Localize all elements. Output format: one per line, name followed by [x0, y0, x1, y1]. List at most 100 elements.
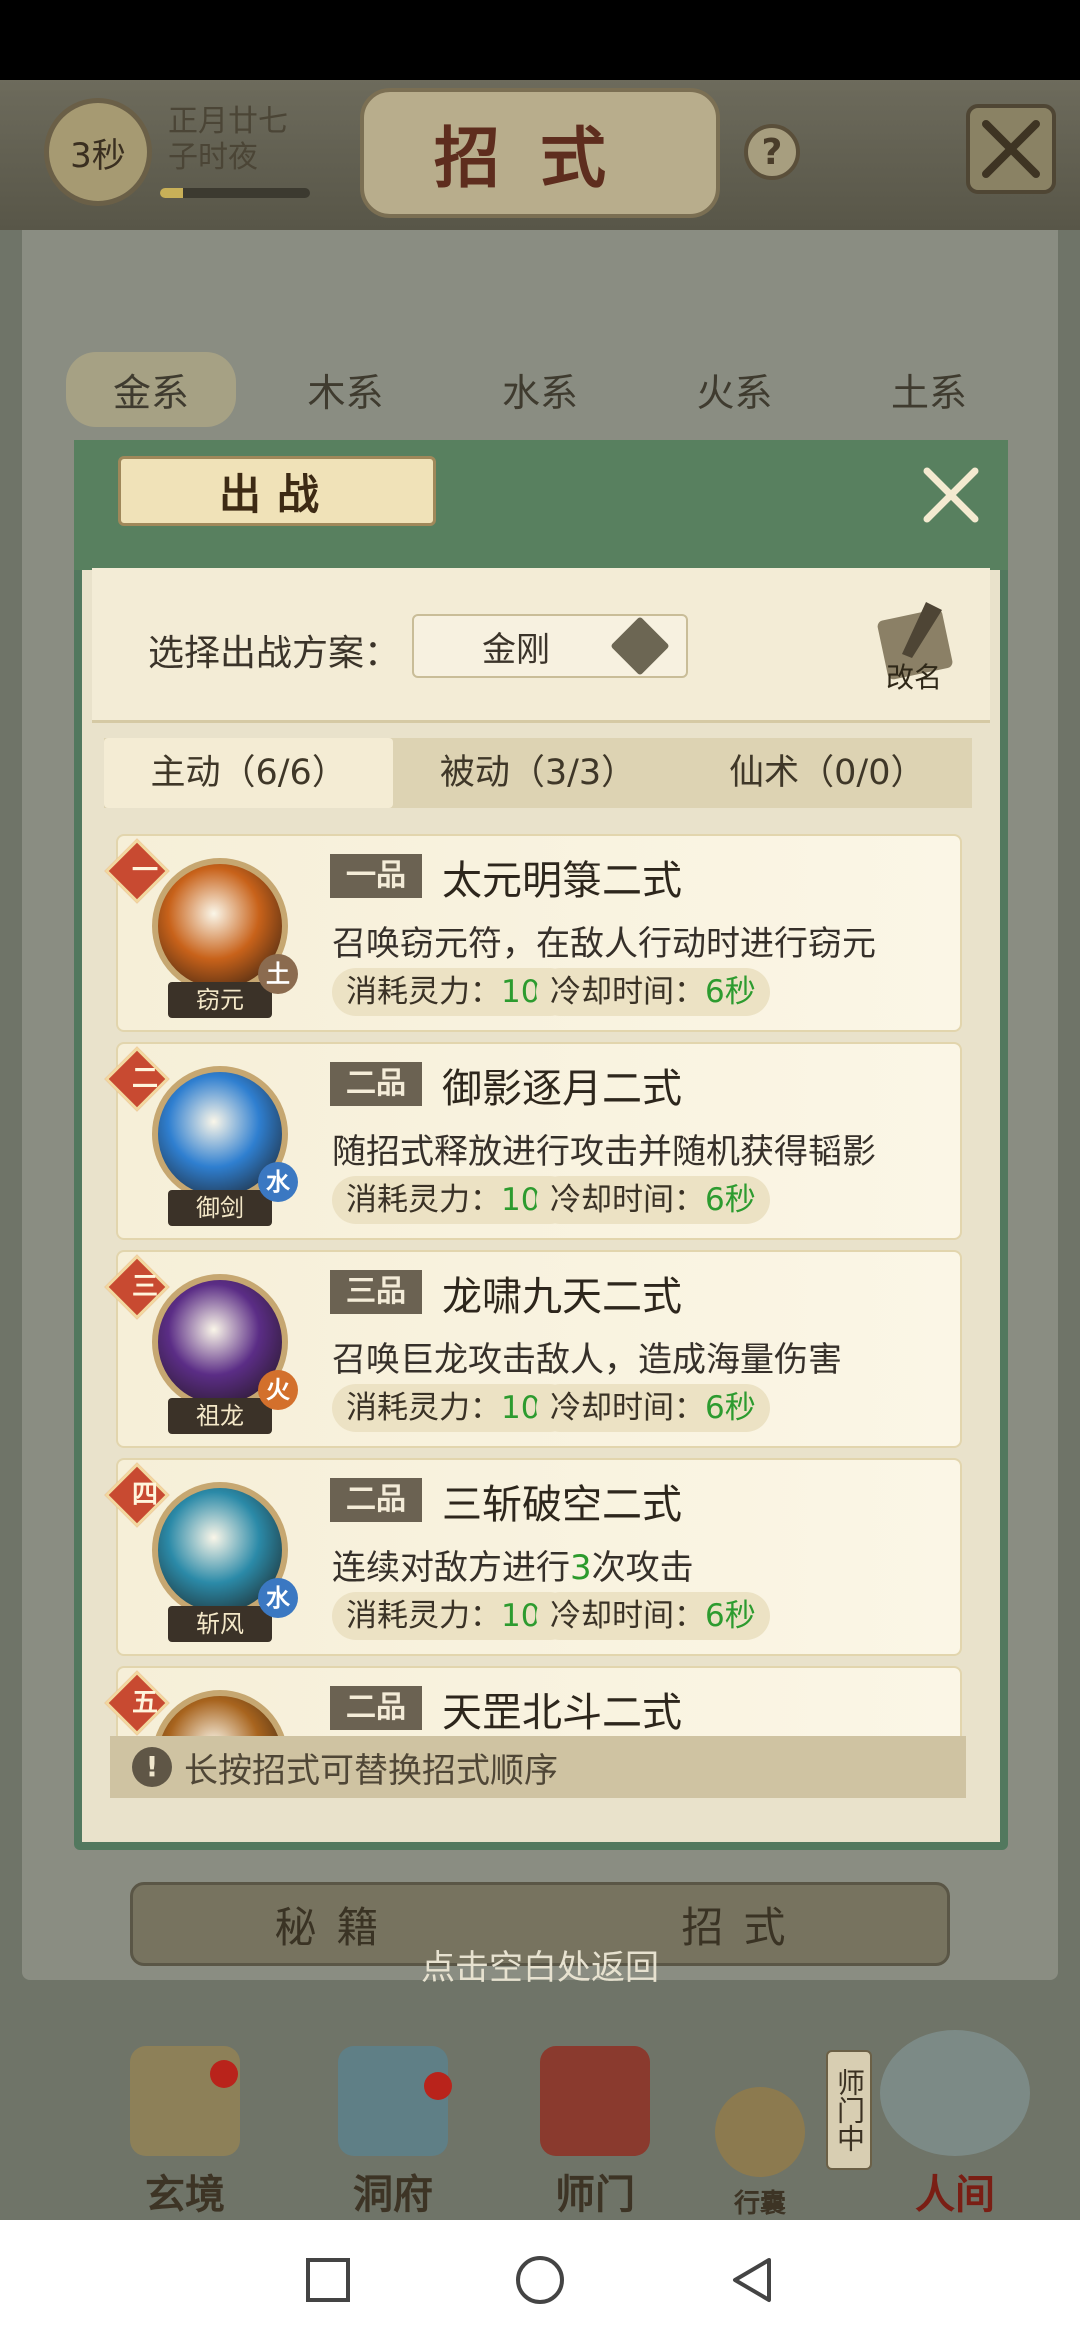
- cooldown: 冷却时间：6秒: [536, 1176, 770, 1224]
- date-line-2: 子时夜: [168, 140, 258, 175]
- skill-description: 召唤巨龙攻击敌人，造成海量伤害: [332, 1340, 842, 1380]
- cooldown-label: 冷却时间：: [550, 1182, 705, 1218]
- skill-name: 天罡北斗二式: [442, 1690, 682, 1736]
- cooldown-value: 6秒: [705, 974, 756, 1010]
- desc-text: 次攻击: [591, 1548, 694, 1588]
- skill-description: 召唤窃元符，在敌人行动时进行窃元: [332, 924, 876, 964]
- skill-name: 御影逐月二式: [442, 1066, 682, 1112]
- notification-dot: [424, 2072, 452, 2100]
- page-title-text: 招式: [434, 119, 646, 197]
- pavilion-icon: [338, 2046, 448, 2156]
- skill-icon-label: 斩风: [168, 1606, 272, 1642]
- element-badge: 水: [258, 1162, 298, 1202]
- mountain-icon: [880, 2030, 1030, 2156]
- nav-realm[interactable]: 玄境: [110, 2030, 260, 2220]
- skill-name: 三斩破空二式: [442, 1482, 682, 1528]
- cooldown: 冷却时间：6秒: [536, 1592, 770, 1640]
- timer-text: 3秒: [70, 135, 126, 176]
- game-date: 正月廿七 子时夜: [168, 104, 288, 176]
- sect-status-tag: 师门中: [826, 2050, 872, 2170]
- desc-text: 连续对敌方进行: [332, 1548, 570, 1588]
- nav-world[interactable]: 人间: [860, 2030, 1050, 2220]
- cooldown: 冷却时间：6秒: [536, 1384, 770, 1432]
- cooldown-label: 冷却时间：: [550, 1390, 705, 1426]
- nav-sect[interactable]: 师门: [520, 2030, 670, 2220]
- element-badge: 火: [258, 1370, 298, 1410]
- mana-cost-label: 消耗灵力：: [346, 1598, 501, 1634]
- modal-title: 出战: [118, 456, 436, 526]
- timer-badge: 3秒: [44, 98, 152, 206]
- element-tabs: 金系 木系 水系 火系 土系: [36, 350, 1044, 428]
- nav-label: 行囊: [733, 2189, 786, 2219]
- system-nav-bar: [0, 2220, 1080, 2340]
- nav-cave[interactable]: 洞府: [318, 2030, 468, 2220]
- skill-card[interactable]: 一 窃元 土 一品 太元明箓二式 召唤窃元符，在敌人行动时进行窃元 消耗灵力：1…: [104, 834, 962, 1032]
- skill-type-tabs: 主动（6/6） 被动（3/3） 仙术（0/0）: [104, 738, 972, 808]
- mana-cost-label: 消耗灵力：: [346, 1390, 501, 1426]
- grade-tag: 三品: [330, 1270, 422, 1314]
- banner-icon: [540, 2046, 650, 2156]
- close-icon: [923, 467, 979, 523]
- tip-bar: ! 长按招式可替换招式顺序: [110, 1736, 966, 1798]
- skill-icon-label: 御剑: [168, 1190, 272, 1226]
- cooldown-value: 6秒: [705, 1598, 756, 1634]
- home-icon[interactable]: [513, 2253, 567, 2307]
- tab-water[interactable]: 水系: [455, 362, 625, 417]
- skill-list: 一 窃元 土 一品 太元明箓二式 召唤窃元符，在敌人行动时进行窃元 消耗灵力：1…: [104, 822, 972, 1740]
- skill-description: 连续对敌方进行3次攻击: [332, 1540, 694, 1589]
- nav-label: 洞府: [353, 2171, 433, 2218]
- time-progress-fill: [160, 188, 183, 198]
- plan-select-value: 金刚: [482, 629, 550, 670]
- cooldown-label: 冷却时间：: [550, 974, 705, 1010]
- tab-passive-skills[interactable]: 被动（3/3）: [393, 738, 682, 808]
- skill-description: 随招式释放进行攻击并随机获得韬影: [332, 1132, 876, 1172]
- desc-number: 3: [570, 1548, 592, 1588]
- mana-cost-label: 消耗灵力：: [346, 1182, 501, 1218]
- help-button[interactable]: ?: [744, 124, 800, 180]
- date-line-1: 正月廿七: [168, 104, 288, 139]
- element-badge: 水: [258, 1578, 298, 1618]
- skill-card[interactable]: 三 祖龙 火 三品 龙啸九天二式 召唤巨龙攻击敌人，造成海量伤害 消耗灵力：10…: [104, 1250, 962, 1448]
- tab-metal[interactable]: 金系: [66, 351, 236, 427]
- tip-text: 长按招式可替换招式顺序: [184, 1750, 558, 1791]
- rename-button[interactable]: 改名: [868, 596, 964, 696]
- nav-label: 人间: [915, 2171, 995, 2218]
- tab-active-skills[interactable]: 主动（6/6）: [104, 738, 394, 808]
- close-page-button[interactable]: [966, 104, 1056, 194]
- cooldown-label: 冷却时间：: [550, 1598, 705, 1634]
- skill-icon-label: 窃元: [168, 982, 272, 1018]
- tab-spell-skills[interactable]: 仙术（0/0）: [683, 738, 972, 808]
- mana-cost-label: 消耗灵力：: [346, 974, 501, 1010]
- grade-tag: 二品: [330, 1062, 422, 1106]
- skill-name: 龙啸九天二式: [442, 1274, 682, 1320]
- tab-earth[interactable]: 土系: [844, 362, 1014, 417]
- cooldown-value: 6秒: [705, 1390, 756, 1426]
- grade-tag: 二品: [330, 1686, 422, 1730]
- skill-icon-label: 祖龙: [168, 1398, 272, 1434]
- question-icon: ?: [761, 131, 783, 173]
- time-progress-bar: [160, 188, 310, 198]
- skill-card[interactable]: 二 御剑 水 二品 御影逐月二式 随招式释放进行攻击并随机获得韬影 消耗灵力：1…: [104, 1042, 962, 1240]
- page-title: 招式: [360, 88, 720, 218]
- notification-dot: [210, 2060, 238, 2088]
- recents-icon[interactable]: [303, 2255, 353, 2305]
- bag-icon: [715, 2087, 805, 2177]
- tab-wood[interactable]: 木系: [261, 362, 431, 417]
- skill-card[interactable]: 四 斩风 水 二品 三斩破空二式 连续对敌方进行3次攻击 消耗灵力：100 冷却…: [104, 1458, 962, 1656]
- plan-label: 选择出战方案：: [148, 633, 401, 674]
- bottom-nav: 玄境 洞府 师门 行囊 人间 师门中: [0, 2030, 1080, 2220]
- nav-bag[interactable]: 行囊: [700, 2030, 820, 2220]
- grade-tag: 二品: [330, 1478, 422, 1522]
- close-icon: [982, 120, 1040, 178]
- back-icon[interactable]: [727, 2255, 777, 2305]
- modal-close-button[interactable]: [916, 460, 986, 530]
- grade-tag: 一品: [330, 854, 422, 898]
- exclamation-icon: !: [132, 1747, 172, 1787]
- skill-card[interactable]: 五 二品 天罡北斗二式: [104, 1666, 962, 1740]
- tap-to-return-hint[interactable]: 点击空白处返回: [340, 1940, 740, 1989]
- nav-label: 师门: [555, 2171, 635, 2218]
- tab-fire[interactable]: 火系: [650, 362, 820, 417]
- skill-icon: [152, 1690, 288, 1740]
- nav-label: 玄境: [145, 2171, 225, 2218]
- cooldown: 冷却时间：6秒: [536, 968, 770, 1016]
